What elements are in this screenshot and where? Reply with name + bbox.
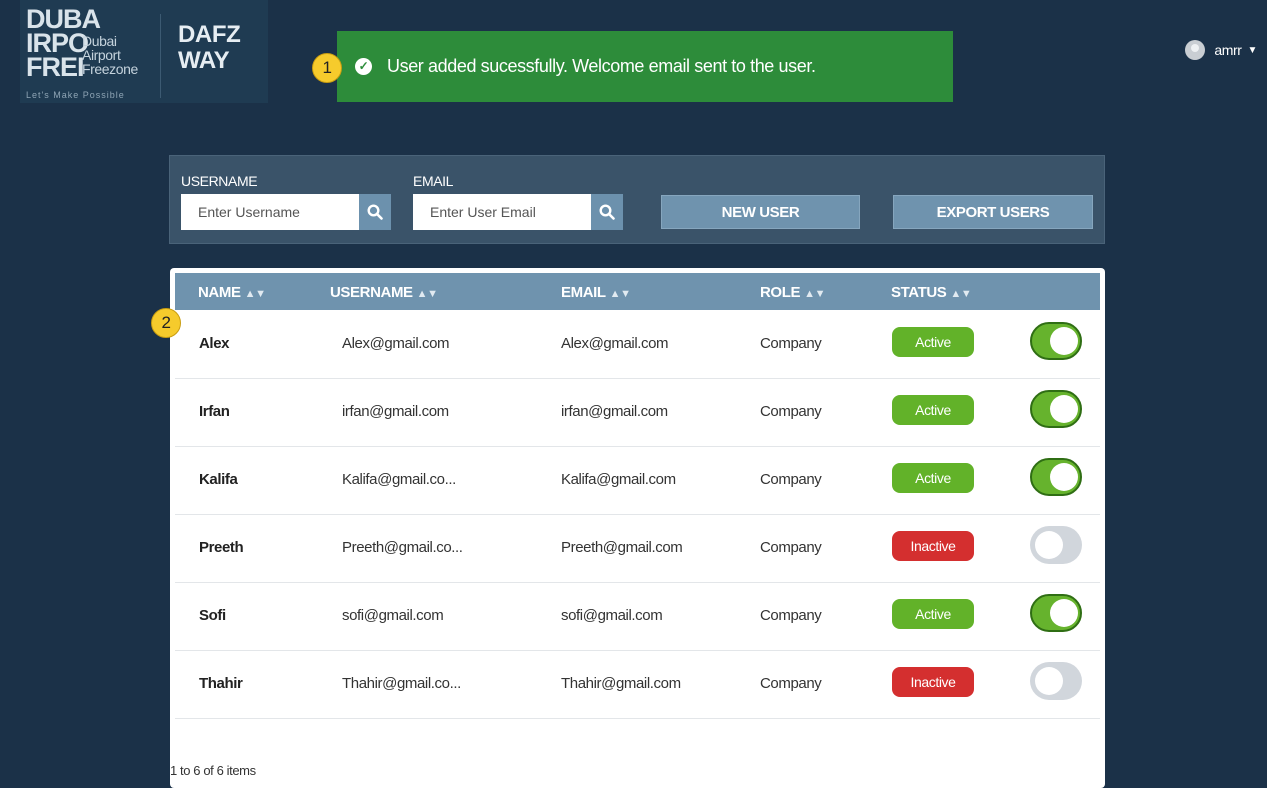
avatar bbox=[1185, 40, 1206, 60]
cell-name: Sofi bbox=[199, 607, 226, 624]
cell-role: Company bbox=[760, 675, 822, 692]
new-user-button[interactable]: NEW USER bbox=[661, 195, 860, 229]
email-search-input[interactable] bbox=[413, 194, 591, 230]
sort-icon: ▲▼ bbox=[244, 288, 266, 300]
sort-icon: ▲▼ bbox=[804, 288, 826, 300]
check-circle-icon: ✓ bbox=[355, 58, 372, 75]
cell-role: Company bbox=[760, 335, 822, 352]
column-header-label: NAME bbox=[198, 284, 241, 301]
cell-email: Kalifa@gmail.com bbox=[561, 471, 676, 488]
column-header-username[interactable]: USERNAME ▲▼ bbox=[330, 284, 438, 301]
cell-email: Preeth@gmail.com bbox=[561, 539, 683, 556]
status-toggle[interactable] bbox=[1030, 390, 1082, 428]
cell-email: Alex@gmail.com bbox=[561, 335, 669, 352]
table-row: Thahir Thahir@gmail.co... Thahir@gmail.c… bbox=[175, 650, 1100, 719]
product-name-line-2: WAY bbox=[178, 47, 230, 74]
status-badge: Active bbox=[892, 463, 974, 493]
table-row: Kalifa Kalifa@gmail.co... Kalifa@gmail.c… bbox=[175, 446, 1100, 515]
logo-tagline: Let's Make Possible bbox=[26, 90, 125, 100]
cell-name: Preeth bbox=[199, 539, 244, 556]
column-header-label: STATUS bbox=[891, 284, 947, 301]
users-table: NAME ▲▼ USERNAME ▲▼ EMAIL ▲▼ ROLE ▲▼ STATUS ▲… bbox=[170, 268, 1105, 788]
status-badge: Active bbox=[892, 599, 974, 629]
toggle-knob bbox=[1050, 463, 1078, 491]
status-toggle[interactable] bbox=[1030, 322, 1082, 360]
sort-icon: ▲▼ bbox=[950, 288, 972, 300]
logo-subtext: Dubai Airport Freezone bbox=[82, 34, 138, 76]
annotation-badge-2: 2 bbox=[151, 308, 181, 338]
cell-username: sofi@gmail.com bbox=[342, 607, 444, 624]
cell-username: irfan@gmail.com bbox=[342, 403, 449, 420]
column-header-label: USERNAME bbox=[330, 284, 413, 301]
user-menu[interactable]: amrr ▼ bbox=[1185, 40, 1257, 60]
toggle-knob bbox=[1050, 599, 1078, 627]
column-header-label: EMAIL bbox=[561, 284, 606, 301]
cell-email: irfan@gmail.com bbox=[561, 403, 668, 420]
cell-name: Alex bbox=[199, 335, 230, 352]
cell-role: Company bbox=[760, 471, 822, 488]
cell-username: Kalifa@gmail.co... bbox=[342, 471, 456, 488]
status-toggle[interactable] bbox=[1030, 594, 1082, 632]
cell-email: Thahir@gmail.com bbox=[561, 675, 681, 692]
pagination-summary: 1 to 6 of 6 items bbox=[170, 763, 256, 778]
cell-name: Kalifa bbox=[199, 471, 238, 488]
logo-sub-2: Airport bbox=[82, 47, 121, 63]
table-row: Sofi sofi@gmail.com sofi@gmail.com Compa… bbox=[175, 582, 1100, 651]
status-badge: Inactive bbox=[892, 531, 974, 561]
annotation-badge-1: 1 bbox=[312, 53, 342, 83]
status-toggle[interactable] bbox=[1030, 662, 1082, 700]
search-icon bbox=[599, 204, 615, 220]
dubai-airport-freezone-logo: DUBA IRPO FREI Dubai Airport Freezone Le… bbox=[20, 0, 160, 103]
status-badge: Inactive bbox=[892, 667, 974, 697]
status-badge: Active bbox=[892, 327, 974, 357]
caret-down-icon: ▼ bbox=[1247, 44, 1258, 56]
username-label: USERNAME bbox=[181, 173, 258, 189]
cell-username: Thahir@gmail.co... bbox=[342, 675, 461, 692]
email-label: EMAIL bbox=[413, 173, 454, 189]
cell-role: Company bbox=[760, 403, 822, 420]
brand-logo[interactable]: DUBA IRPO FREI Dubai Airport Freezone Le… bbox=[20, 0, 268, 103]
table-row: Preeth Preeth@gmail.co... Preeth@gmail.c… bbox=[175, 514, 1100, 583]
cell-username: Preeth@gmail.co... bbox=[342, 539, 463, 556]
logo-divider bbox=[160, 14, 161, 98]
sort-icon: ▲▼ bbox=[609, 288, 631, 300]
toggle-knob bbox=[1050, 395, 1078, 423]
search-icon bbox=[367, 204, 383, 220]
user-name: amrr bbox=[1214, 42, 1242, 58]
cell-username: Alex@gmail.com bbox=[342, 335, 450, 352]
cell-role: Company bbox=[760, 607, 822, 624]
logo-line-3: FREI bbox=[26, 52, 85, 82]
username-search-input[interactable] bbox=[181, 194, 359, 230]
table-header: NAME ▲▼ USERNAME ▲▼ EMAIL ▲▼ ROLE ▲▼ STATUS ▲… bbox=[175, 273, 1100, 310]
column-header-label: ROLE bbox=[760, 284, 801, 301]
logo-sub-3: Freezone bbox=[82, 61, 138, 77]
status-toggle[interactable] bbox=[1030, 526, 1082, 564]
column-header-email[interactable]: EMAIL ▲▼ bbox=[561, 284, 631, 301]
product-name-line-1: DAFZ bbox=[178, 21, 241, 48]
success-toast: ✓ User added sucessfully. Welcome email … bbox=[337, 31, 953, 102]
cell-name: Thahir bbox=[199, 675, 243, 692]
username-search-button[interactable] bbox=[359, 194, 391, 230]
cell-email: sofi@gmail.com bbox=[561, 607, 663, 624]
column-header-role[interactable]: ROLE ▲▼ bbox=[760, 284, 825, 301]
toast-message: User added sucessfully. Welcome email se… bbox=[387, 56, 816, 76]
filter-panel: USERNAME EMAIL NEW USER EXPORT USERS bbox=[169, 155, 1105, 244]
logo-sub-1: Dubai bbox=[82, 33, 117, 49]
column-header-name[interactable]: NAME ▲▼ bbox=[198, 284, 266, 301]
status-toggle[interactable] bbox=[1030, 458, 1082, 496]
email-search-button[interactable] bbox=[591, 194, 623, 230]
cell-name: Irfan bbox=[199, 403, 230, 420]
toggle-knob bbox=[1050, 327, 1078, 355]
table-row: Irfan irfan@gmail.com irfan@gmail.com Co… bbox=[175, 378, 1100, 447]
export-users-button[interactable]: EXPORT USERS bbox=[893, 195, 1093, 229]
status-badge: Active bbox=[892, 395, 974, 425]
cell-role: Company bbox=[760, 539, 822, 556]
toggle-knob bbox=[1035, 531, 1063, 559]
table-row: Alex Alex@gmail.com Alex@gmail.com Compa… bbox=[175, 310, 1100, 379]
product-name: DAFZ WAY bbox=[178, 21, 241, 74]
sort-icon: ▲▼ bbox=[416, 288, 438, 300]
column-header-status[interactable]: STATUS ▲▼ bbox=[891, 284, 972, 301]
toggle-knob bbox=[1035, 667, 1063, 695]
